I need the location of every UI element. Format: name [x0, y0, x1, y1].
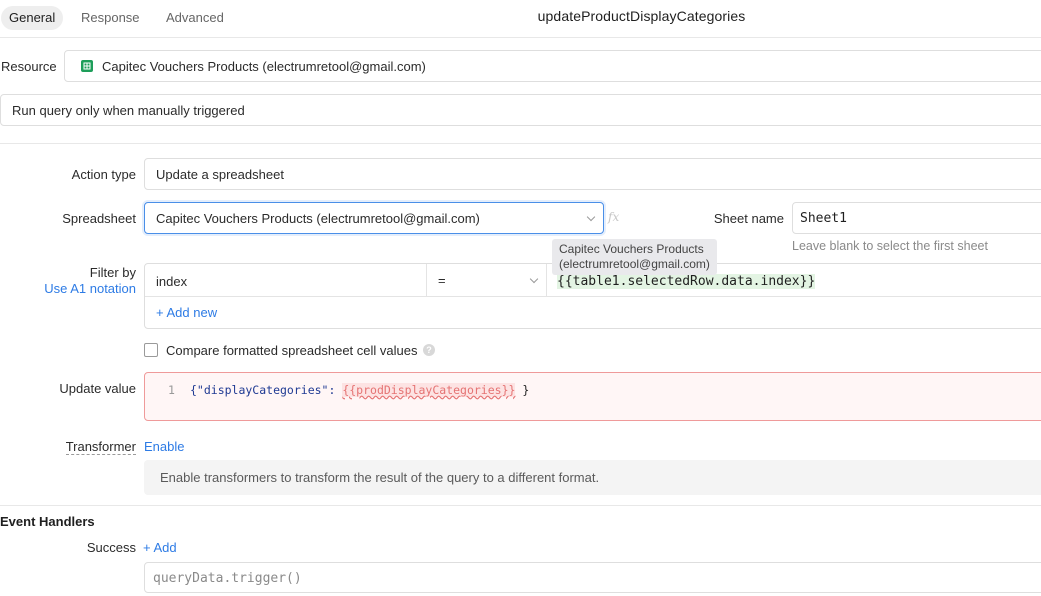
header-divider: [0, 37, 1041, 38]
spreadsheet-label: Spreadsheet: [62, 211, 136, 226]
transformer-label: Transformer: [65, 439, 136, 455]
code-prefix: {"displayCategories":: [190, 383, 343, 397]
resource-value: Capitec Vouchers Products (electrumretoo…: [102, 59, 426, 74]
spreadsheet-tooltip: Capitec Vouchers Products (electrumretoo…: [552, 239, 717, 275]
action-type-label: Action type: [71, 167, 136, 182]
spreadsheet-select[interactable]: Capitec Vouchers Products (electrumretoo…: [144, 202, 604, 234]
add-success-handler-link[interactable]: + Add: [143, 540, 177, 555]
action-type-select[interactable]: Update a spreadsheet: [144, 158, 1041, 190]
filter-column-value: index: [156, 274, 188, 289]
success-handler-placeholder: queryData.trigger(): [153, 571, 302, 586]
chevron-down-icon: [586, 212, 596, 222]
update-value-editor[interactable]: 1 {"displayCategories": {{prodDisplayCat…: [144, 372, 1041, 421]
tooltip-line-1: Capitec Vouchers Products: [559, 242, 704, 256]
transformer-info: Enable transformers to transform the res…: [144, 460, 1041, 495]
filter-label: Filter by: [89, 265, 136, 280]
trigger-select[interactable]: Run query only when manually triggered: [0, 94, 1041, 126]
update-value-label: Update value: [59, 381, 136, 396]
code-suffix: }: [515, 383, 530, 397]
compare-formatted-label[interactable]: Compare formatted spreadsheet cell value…: [166, 343, 417, 358]
transformer-description: Enable transformers to transform the res…: [160, 470, 600, 485]
line-number: 1: [168, 383, 175, 397]
section-divider: [0, 143, 1041, 144]
fx-icon[interactable]: fx: [608, 210, 619, 224]
success-label: Success: [86, 540, 136, 555]
add-filter-link[interactable]: + Add new: [156, 305, 217, 320]
trigger-value: Run query only when manually triggered: [12, 103, 245, 118]
query-title: updateProductDisplayCategories: [537, 8, 746, 24]
sheet-name-value: Sheet1: [800, 211, 847, 226]
transformer-enable-link[interactable]: Enable: [144, 439, 184, 454]
transformer-label-wrap: Transformer: [0, 439, 136, 455]
code-line: {"displayCategories": {{prodDisplayCateg…: [190, 383, 529, 397]
resource-select[interactable]: Capitec Vouchers Products (electrumretoo…: [64, 50, 1041, 82]
filter-column-input[interactable]: index: [145, 264, 427, 297]
sheet-name-label: Sheet name: [713, 211, 784, 226]
section-divider: [0, 505, 1041, 506]
use-a1-notation-link[interactable]: Use A1 notation: [0, 281, 136, 296]
action-type-value: Update a spreadsheet: [156, 167, 284, 182]
help-icon[interactable]: ?: [423, 344, 435, 356]
event-handlers-heading: Event Handlers: [0, 514, 95, 529]
filter-operator-select[interactable]: =: [427, 264, 547, 297]
tooltip-line-2: (electrumretool@gmail.com): [559, 257, 710, 271]
resource-label: Resource: [1, 59, 57, 74]
filter-value: {{table1.selectedRow.data.index}}: [557, 274, 816, 289]
chevron-down-icon: [529, 274, 539, 284]
filter-operator-value: =: [438, 273, 446, 288]
spreadsheet-value: Capitec Vouchers Products (electrumretoo…: [156, 211, 480, 226]
sheet-name-hint: Leave blank to select the first sheet: [792, 239, 988, 253]
google-sheets-icon: [81, 60, 93, 72]
sheet-name-input[interactable]: Sheet1: [792, 202, 1041, 234]
compare-formatted-checkbox[interactable]: [144, 343, 158, 357]
code-template: {{prodDisplayCategories}}: [342, 383, 516, 397]
success-handler-input[interactable]: queryData.trigger(): [144, 562, 1041, 593]
